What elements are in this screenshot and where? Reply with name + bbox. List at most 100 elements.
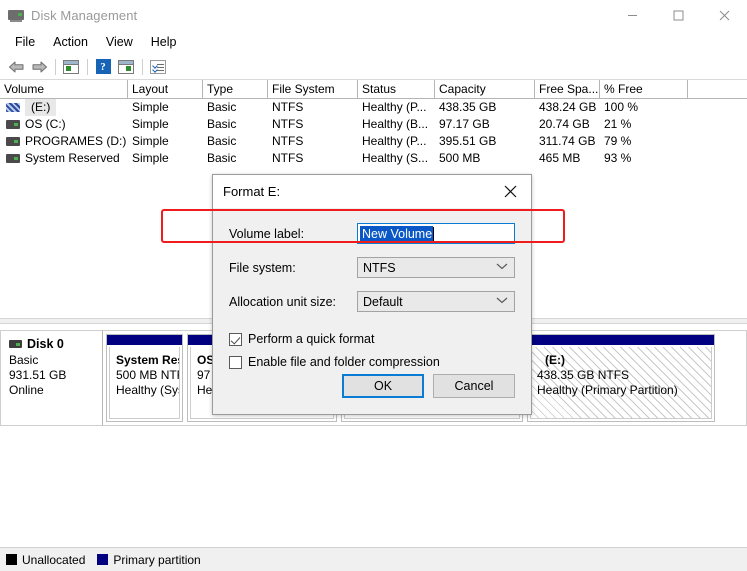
column-header-percent-free[interactable]: % Free — [600, 80, 688, 98]
legend-item-unallocated: Unallocated — [6, 553, 85, 567]
volume-list: Volume Layout Type File System Status Ca… — [0, 80, 747, 167]
column-header-spacer — [688, 80, 747, 98]
allocation-unit-size-value: Default — [363, 294, 403, 309]
help-icon[interactable]: ? — [92, 56, 114, 77]
menu-action[interactable]: Action — [44, 32, 97, 53]
table-row[interactable]: (E:) Simple Basic NTFS Healthy (P... 438… — [0, 99, 747, 116]
window-controls — [609, 0, 747, 30]
show-hide-action-pane-icon[interactable] — [115, 56, 137, 77]
column-header-capacity[interactable]: Capacity — [435, 80, 535, 98]
file-system-cell: NTFS — [272, 134, 304, 148]
cancel-button[interactable]: Cancel — [433, 374, 515, 398]
allocation-unit-size-select[interactable]: Default — [357, 291, 515, 312]
toolbar-separator — [142, 58, 143, 75]
window-titlebar: Disk Management — [0, 0, 747, 30]
layout-cell: Simple — [132, 117, 169, 131]
file-system-cell: NTFS — [272, 100, 304, 114]
layout-cell: Simple — [132, 100, 169, 114]
close-button[interactable] — [701, 0, 747, 30]
column-header-status[interactable]: Status — [358, 80, 435, 98]
maximize-button[interactable] — [655, 0, 701, 30]
dialog-close-icon[interactable] — [489, 176, 531, 208]
volume-icon — [6, 154, 20, 163]
legend-swatch-primary-partition — [97, 554, 109, 565]
dialog-title: Format E: — [223, 184, 281, 199]
menu-view[interactable]: View — [97, 32, 142, 53]
file-system-select[interactable]: NTFS — [357, 257, 515, 278]
layout-cell: Simple — [132, 134, 169, 148]
free-space-cell: 438.24 GB — [539, 100, 597, 114]
partition-status: Healthy (Syste — [116, 383, 179, 397]
quick-format-checkbox-row[interactable]: Perform a quick format — [229, 332, 515, 346]
capacity-cell: 395.51 GB — [439, 134, 497, 148]
percent-free-cell: 93 % — [604, 151, 632, 165]
dialog-body: Volume label: New Volume File system: NT… — [213, 208, 531, 369]
free-space-cell: 20.74 GB — [539, 117, 590, 131]
disk-size: 931.51 GB — [9, 368, 67, 382]
capacity-cell: 438.35 GB — [439, 100, 497, 114]
properties-icon[interactable] — [147, 56, 169, 77]
quick-format-checkbox[interactable] — [229, 332, 242, 346]
partition-size-fs: 500 MB NTFS — [116, 368, 179, 382]
compression-checkbox[interactable] — [229, 355, 242, 369]
type-cell: Basic — [207, 134, 237, 148]
table-row[interactable]: OS (C:) Simple Basic NTFS Healthy (B... … — [0, 116, 747, 133]
column-header-file-system[interactable]: File System — [268, 80, 358, 98]
free-space-cell: 311.74 GB — [539, 134, 596, 148]
back-arrow-icon[interactable] — [5, 56, 27, 77]
menu-file[interactable]: File — [6, 32, 44, 53]
forward-arrow-icon[interactable] — [28, 56, 50, 77]
volume-list-header: Volume Layout Type File System Status Ca… — [0, 80, 747, 99]
volume-label-row: Volume label: New Volume — [229, 223, 515, 244]
disk-name: Disk 0 — [27, 337, 64, 351]
volume-name: OS (C:) — [25, 117, 66, 131]
minimize-button[interactable] — [609, 0, 655, 30]
volume-name: (E:) — [25, 99, 57, 116]
percent-free-cell: 21 % — [604, 117, 632, 131]
partition-system-reserved[interactable]: System Reser 500 MB NTFS Healthy (Syste — [106, 334, 183, 422]
chevron-down-icon — [496, 296, 508, 307]
compression-checkbox-row[interactable]: Enable file and folder compression — [229, 355, 515, 369]
volume-name: PROGRAMES (D:) — [25, 134, 127, 148]
menu-help[interactable]: Help — [142, 32, 186, 53]
percent-free-cell: 100 % — [604, 100, 639, 114]
volume-label-label: Volume label: — [229, 226, 305, 241]
partition-size-fs: 438.35 GB NTFS — [537, 368, 630, 382]
partition-status: Healthy (Primary Partition) — [537, 383, 678, 397]
status-cell: Healthy (P... — [362, 134, 427, 148]
menubar: File Action View Help — [0, 30, 747, 54]
quick-format-label: Perform a quick format — [248, 332, 375, 346]
column-header-layout[interactable]: Layout — [128, 80, 203, 98]
dialog-button-bar: OK Cancel — [333, 374, 515, 398]
status-cell: Healthy (S... — [362, 151, 429, 165]
capacity-cell: 97.17 GB — [439, 117, 490, 131]
ok-button[interactable]: OK — [342, 374, 424, 398]
volume-icon — [6, 137, 20, 146]
partition-color-bar — [528, 335, 714, 345]
type-cell: Basic — [207, 117, 237, 131]
volume-cell: OS (C:) — [0, 116, 128, 133]
file-system-value: NTFS — [363, 260, 396, 275]
column-header-free-space[interactable]: Free Spa... — [535, 80, 600, 98]
column-header-volume[interactable]: Volume — [0, 80, 128, 98]
column-header-type[interactable]: Type — [203, 80, 268, 98]
disk-title: Disk 0 — [9, 337, 94, 351]
legend-item-primary-partition: Primary partition — [97, 552, 201, 567]
table-row[interactable]: System Reserved Simple Basic NTFS Health… — [0, 150, 747, 167]
disk-type: Basic — [9, 353, 39, 367]
compression-label: Enable file and folder compression — [248, 355, 440, 369]
allocation-unit-size-label: Allocation unit size: — [229, 294, 337, 309]
volume-label-input[interactable]: New Volume — [357, 223, 515, 244]
table-row[interactable]: PROGRAMES (D:) Simple Basic NTFS Healthy… — [0, 133, 747, 150]
disk-info-block[interactable]: Disk 0 Basic 931.51 GB Online — [0, 330, 103, 426]
status-cell: Healthy (B... — [362, 117, 429, 131]
partition-color-bar — [107, 335, 182, 345]
disk-map-empty-area — [0, 426, 747, 514]
volume-cell: PROGRAMES (D:) — [0, 133, 128, 150]
hatched-volume-icon — [6, 103, 20, 112]
legend-label: Primary partition — [113, 552, 201, 567]
partition-e[interactable]: (E:) 438.35 GB NTFS Healthy (Primary Par… — [527, 334, 715, 422]
allocation-unit-size-row: Allocation unit size: Default — [229, 291, 515, 312]
show-hide-console-tree-icon[interactable] — [60, 56, 82, 77]
volume-cell: System Reserved — [0, 150, 128, 167]
